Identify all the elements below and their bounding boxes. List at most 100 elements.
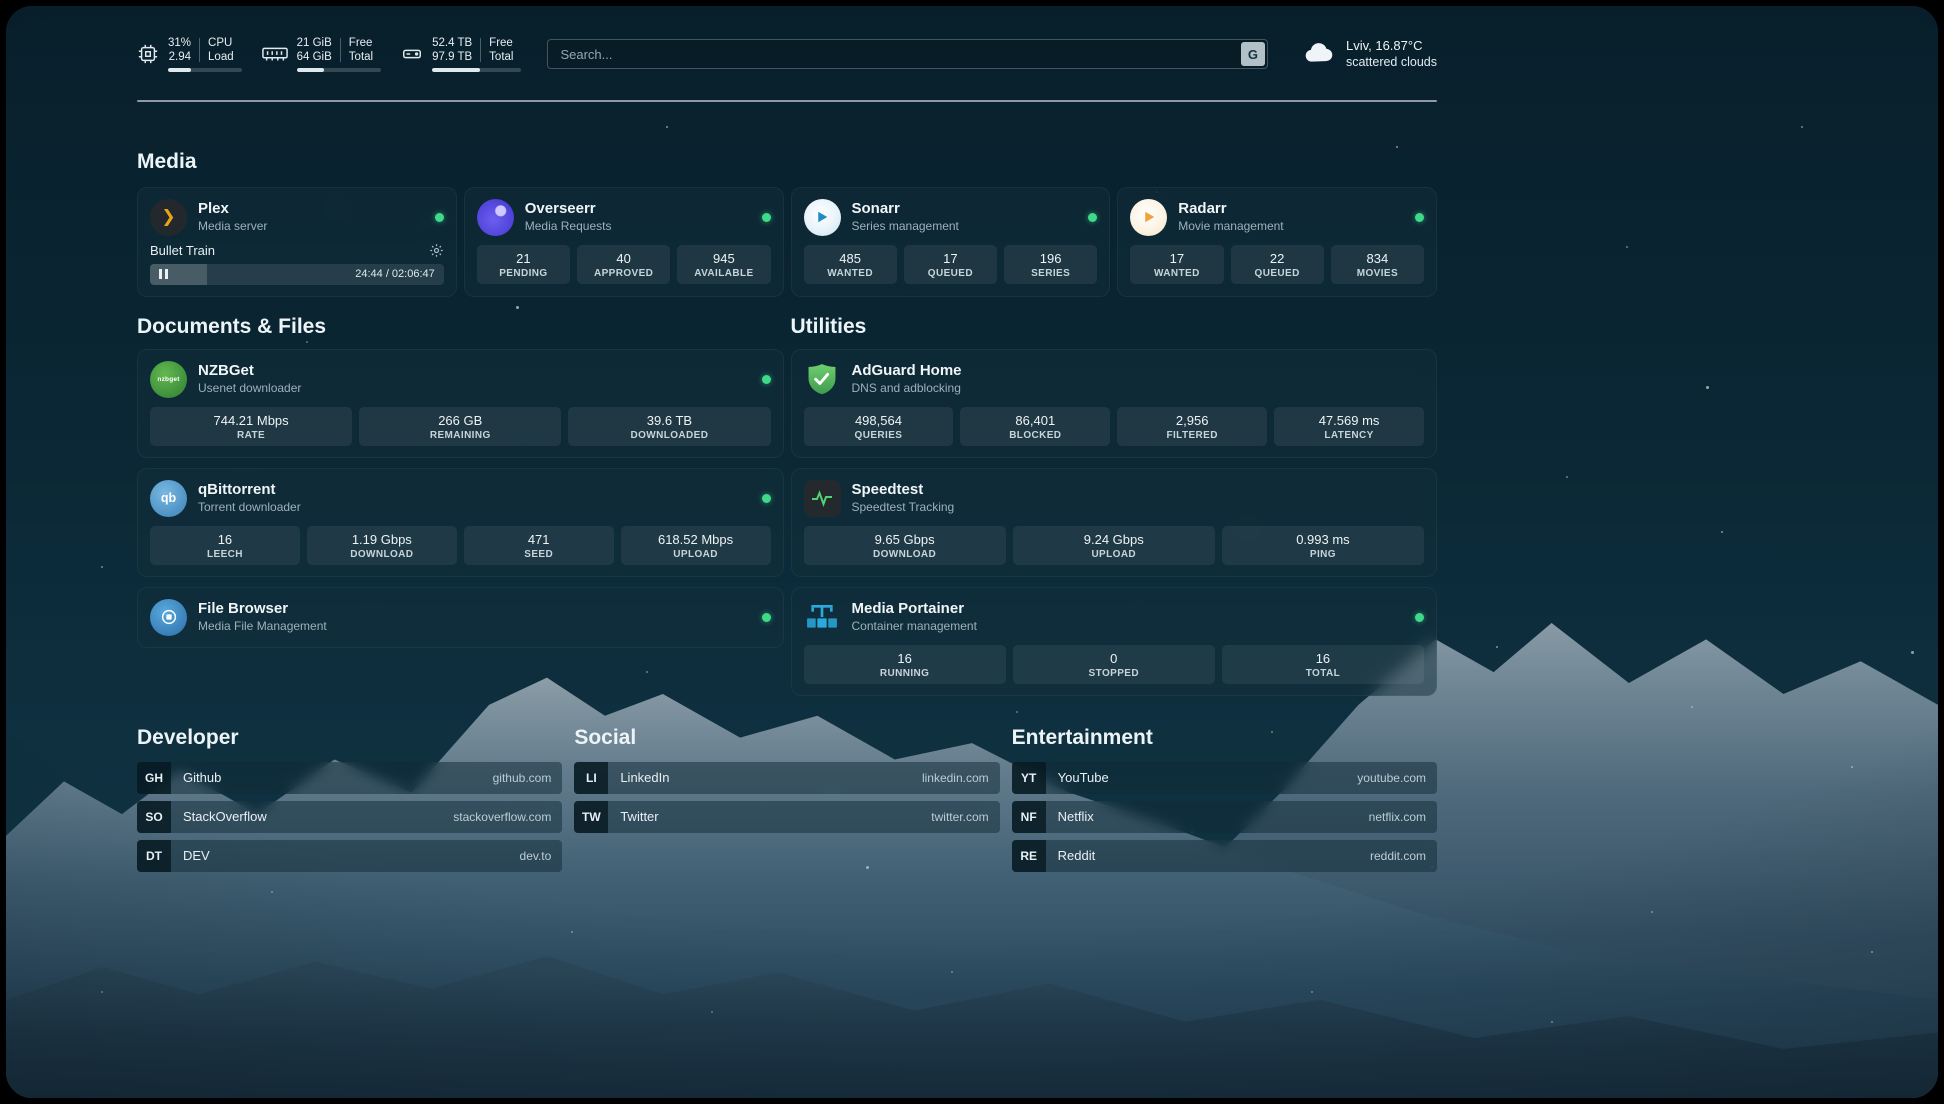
app-card-adguard[interactable]: AdGuard Home DNS and adblocking 498,564Q…: [791, 349, 1438, 458]
app-title: Radarr: [1178, 200, 1283, 218]
app-subtitle: Torrent downloader: [198, 500, 301, 515]
bookmark-name: DEV: [183, 848, 210, 863]
stat-box: 39.6 TBDOWNLOADED: [568, 407, 770, 446]
section-title-media: Media: [137, 150, 1437, 174]
stat-box: 196SERIES: [1004, 245, 1097, 284]
app-subtitle: Container management: [852, 619, 977, 634]
app-title: Speedtest: [852, 481, 955, 499]
bookmark-badge: LI: [574, 762, 608, 794]
radarr-icon: [1130, 199, 1167, 236]
app-card-sonarr[interactable]: Sonarr Series management 485WANTED 17QUE…: [791, 187, 1111, 297]
nzbget-icon: nzbget: [150, 361, 187, 398]
stat-box: 17QUEUED: [904, 245, 997, 284]
bookmark-url: twitter.com: [931, 810, 988, 824]
app-title: qBittorrent: [198, 481, 301, 499]
cpu-stat: 31% 2.94 CPU Load: [137, 36, 242, 72]
stat-box: 47.569 msLATENCY: [1274, 407, 1424, 446]
stat-box: 1.19 GbpsDOWNLOAD: [307, 526, 457, 565]
app-subtitle: Speedtest Tracking: [852, 500, 955, 515]
bookmark-url: dev.to: [520, 849, 552, 863]
ram-total-label: Total: [349, 50, 373, 64]
section-title-entertainment: Entertainment: [1012, 726, 1437, 750]
bookmark-url: stackoverflow.com: [453, 810, 551, 824]
bookmark-badge: SO: [137, 801, 171, 833]
status-online-dot: [762, 494, 771, 503]
disk-total-label: Total: [489, 50, 513, 64]
bookmark-github[interactable]: GH Github github.com: [137, 762, 562, 794]
status-online-dot: [762, 375, 771, 384]
app-title: File Browser: [198, 600, 327, 618]
stat-box: 0STOPPED: [1013, 645, 1215, 684]
ram-stat: 21 GiB 64 GiB Free Total: [262, 36, 381, 72]
app-card-nzbget[interactable]: nzbget NZBGet Usenet downloader 744.21 M…: [137, 349, 784, 458]
ram-progress-bar: [297, 68, 381, 72]
playback-time: 24:44 / 02:06:47: [355, 268, 435, 280]
bookmarks-developer: Developer GH Github github.com SO StackO…: [137, 726, 562, 872]
cloud-icon: [1302, 39, 1336, 70]
app-title: Media Portainer: [852, 600, 977, 618]
stat-box: 9.24 GbpsUPLOAD: [1013, 526, 1215, 565]
app-subtitle: Series management: [852, 219, 959, 234]
bookmark-linkedin[interactable]: LI LinkedIn linkedin.com: [574, 762, 999, 794]
stat-box: 21PENDING: [477, 245, 570, 284]
app-card-plex[interactable]: ❯ Plex Media server Bullet Train: [137, 187, 457, 297]
bookmark-badge: YT: [1012, 762, 1046, 794]
stat-box: 16LEECH: [150, 526, 300, 565]
top-bar: 31% 2.94 CPU Load: [137, 32, 1437, 76]
disk-drive-icon: [401, 43, 423, 65]
plex-playback-bar[interactable]: 24:44 / 02:06:47: [150, 264, 444, 285]
media-card-grid: ❯ Plex Media server Bullet Train: [137, 187, 1437, 297]
bookmark-url: reddit.com: [1370, 849, 1426, 863]
bookmark-url: netflix.com: [1369, 810, 1426, 824]
documents-column: Documents & Files nzbget NZBGet Usenet d…: [137, 315, 784, 696]
stat-box: 266 GBREMAINING: [359, 407, 561, 446]
ram-total-value: 64 GiB: [297, 50, 332, 64]
overseerr-icon: [477, 199, 514, 236]
bookmark-twitter[interactable]: TW Twitter twitter.com: [574, 801, 999, 833]
app-card-overseerr[interactable]: Overseerr Media Requests 21PENDING 40APP…: [464, 187, 784, 297]
section-title-documents: Documents & Files: [137, 315, 784, 339]
app-subtitle: Usenet downloader: [198, 381, 301, 396]
section-title-utilities: Utilities: [791, 315, 1438, 339]
weather-location-temp: Lviv, 16.87°C: [1346, 38, 1437, 54]
bookmark-stackoverflow[interactable]: SO StackOverflow stackoverflow.com: [137, 801, 562, 833]
bookmark-name: Github: [183, 770, 221, 785]
stat-box: 0.993 msPING: [1222, 526, 1424, 565]
bookmark-name: Netflix: [1058, 809, 1094, 824]
search-bar[interactable]: G: [547, 39, 1268, 69]
ram-icon: [262, 44, 288, 64]
app-card-filebrowser[interactable]: File Browser Media File Management: [137, 587, 784, 648]
app-title: NZBGet: [198, 362, 301, 380]
bookmark-badge: DT: [137, 840, 171, 872]
search-input[interactable]: [547, 39, 1268, 69]
bookmark-badge: NF: [1012, 801, 1046, 833]
stat-box: 485WANTED: [804, 245, 897, 284]
app-card-portainer[interactable]: Media Portainer Container management 16R…: [791, 587, 1438, 696]
app-card-qbittorrent[interactable]: qb qBittorrent Torrent downloader 16LEEC…: [137, 468, 784, 577]
weather-widget: Lviv, 16.87°C scattered clouds: [1302, 38, 1437, 70]
bookmark-name: Reddit: [1058, 848, 1096, 863]
status-online-dot: [1415, 213, 1424, 222]
search-engine-button[interactable]: G: [1241, 42, 1265, 66]
bookmark-dev[interactable]: DT DEV dev.to: [137, 840, 562, 872]
bookmark-name: StackOverflow: [183, 809, 267, 824]
bookmarks-social: Social LI LinkedIn linkedin.com TW Twitt…: [574, 726, 999, 872]
disk-progress-bar: [432, 68, 521, 72]
stat-box: 498,564QUERIES: [804, 407, 954, 446]
bookmark-netflix[interactable]: NF Netflix netflix.com: [1012, 801, 1437, 833]
app-card-speedtest[interactable]: Speedtest Speedtest Tracking 9.65 GbpsDO…: [791, 468, 1438, 577]
bookmark-youtube[interactable]: YT YouTube youtube.com: [1012, 762, 1437, 794]
bookmark-reddit[interactable]: RE Reddit reddit.com: [1012, 840, 1437, 872]
stat-box: 834MOVIES: [1331, 245, 1424, 284]
settings-gear-icon[interactable]: [429, 243, 444, 258]
filebrowser-icon: [150, 599, 187, 636]
bookmark-badge: RE: [1012, 840, 1046, 872]
stat-box: 86,401BLOCKED: [960, 407, 1110, 446]
app-title: Sonarr: [852, 200, 959, 218]
stat-box: 744.21 MbpsRATE: [150, 407, 352, 446]
stat-box: 618.52 MbpsUPLOAD: [621, 526, 771, 565]
ram-free-label: Free: [349, 36, 373, 50]
app-card-radarr[interactable]: Radarr Movie management 17WANTED 22QUEUE…: [1117, 187, 1437, 297]
stat-box: 471SEED: [464, 526, 614, 565]
pause-button[interactable]: [159, 269, 168, 279]
